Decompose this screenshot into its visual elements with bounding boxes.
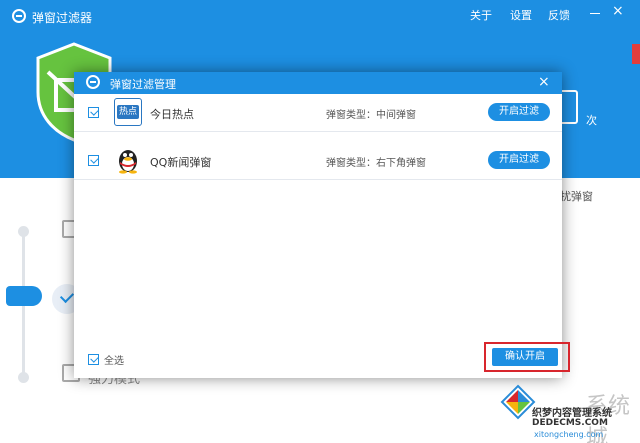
qq-penguin-icon	[119, 150, 137, 174]
watermark-domain: DEDECMS.COM	[532, 418, 608, 428]
popup-row: 热点 今日热点 弹窗类型：中间弹窗 开启过滤	[74, 94, 562, 132]
count-suffix: 次	[586, 114, 597, 127]
enable-filter-button[interactable]: 开启过滤	[488, 103, 550, 121]
popup-row: QQ新闻弹窗 弹窗类型：右下角弹窗 开启过滤	[74, 142, 562, 180]
redian-logo-icon: 热点	[114, 98, 142, 126]
menu-settings[interactable]: 设置	[510, 7, 532, 23]
row-checkbox[interactable]	[88, 155, 99, 166]
row-checkbox[interactable]	[88, 107, 99, 118]
side-strip	[632, 44, 640, 64]
watermark-domain: xitongcheng.com	[534, 430, 604, 439]
enable-filter-button[interactable]: 开启过滤	[488, 151, 550, 169]
app-titlebar: 弹窗过滤器 关于 设置 反馈 ×	[0, 0, 640, 30]
minimize-icon[interactable]	[588, 6, 602, 20]
select-all-checkbox[interactable]	[88, 354, 99, 365]
dialog-logo-icon	[86, 75, 100, 89]
dialog-title: 弹窗过滤管理	[110, 78, 176, 91]
dialog-header: 弹窗过滤管理 ×	[74, 72, 562, 94]
app-title: 弹窗过滤器	[32, 11, 93, 25]
rail-dot	[18, 226, 29, 237]
menu-about[interactable]: 关于	[470, 7, 492, 23]
row-name: QQ新闻弹窗	[150, 156, 212, 169]
row-name: 今日热点	[150, 108, 194, 121]
menu-feedback[interactable]: 反馈	[548, 7, 570, 23]
app-logo-icon	[12, 9, 26, 23]
side-text: 扰弹窗	[560, 190, 593, 203]
select-all-label[interactable]: 全选	[104, 352, 124, 367]
rail-pointer	[6, 286, 42, 306]
popup-filter-dialog: 弹窗过滤管理 × 热点 今日热点 弹窗类型：中间弹窗 开启过滤 QQ新闻弹窗 弹…	[74, 72, 570, 378]
watermark-cn-text: 织梦内容管理系统	[532, 408, 612, 419]
app-close-icon[interactable]: ×	[612, 4, 624, 18]
rail-dot	[18, 372, 29, 383]
dialog-close-icon[interactable]: ×	[538, 74, 550, 90]
confirm-enable-button[interactable]: 确认开启	[492, 348, 558, 366]
row-type: 弹窗类型：中间弹窗	[326, 110, 416, 121]
row-type: 弹窗类型：右下角弹窗	[326, 158, 426, 169]
